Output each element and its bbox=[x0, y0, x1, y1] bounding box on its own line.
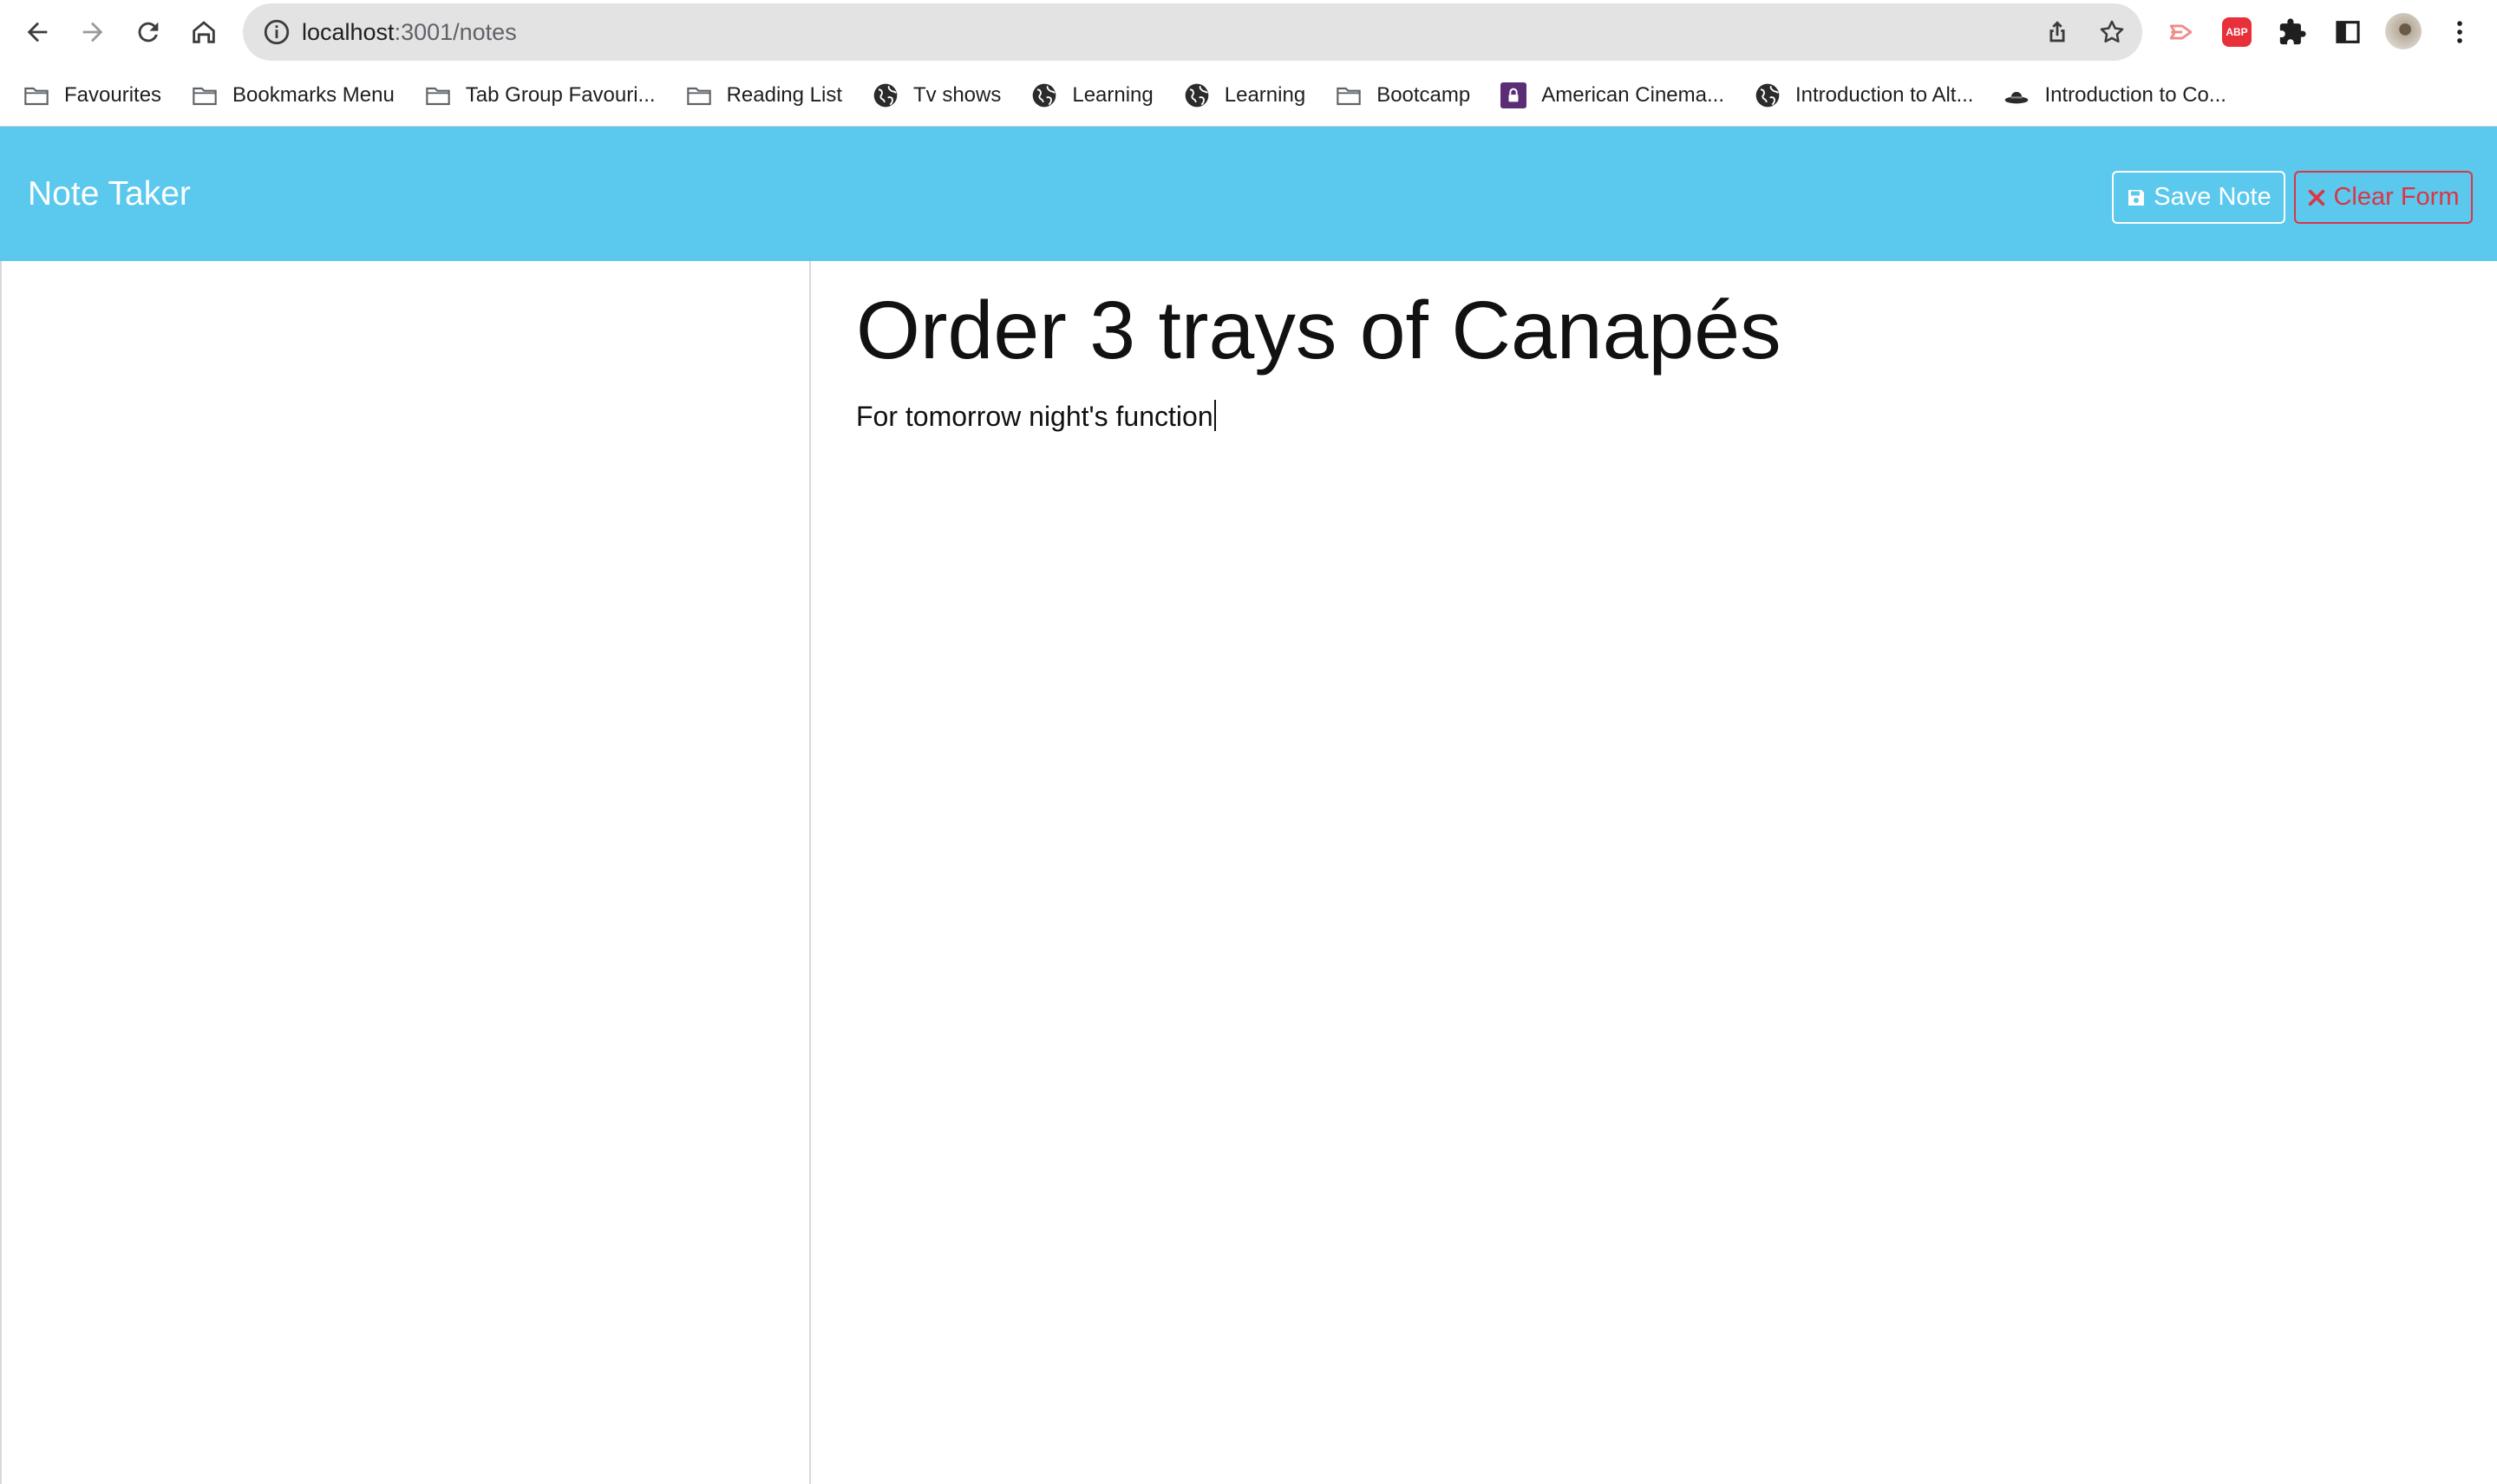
notes-list-panel bbox=[0, 261, 811, 1484]
folder-icon bbox=[1335, 82, 1363, 109]
bookmark-label: American Cinema... bbox=[1541, 82, 1724, 107]
clear-form-button[interactable]: Clear Form bbox=[2294, 171, 2473, 224]
bookmarks-bar: Favourites Bookmarks Menu Tab Group Favo… bbox=[0, 64, 2497, 127]
address-bar[interactable]: localhost:3001/notes bbox=[243, 3, 2142, 61]
bookmark-label: Tv shows bbox=[912, 82, 1002, 107]
puzzle-icon[interactable] bbox=[2276, 16, 2309, 49]
globe-icon bbox=[1183, 82, 1211, 109]
bookmark-label: Favourites bbox=[64, 82, 162, 107]
clear-form-label: Clear Form bbox=[2333, 183, 2460, 211]
app-navbar: Note Taker Save Note Clear Form bbox=[0, 127, 2497, 261]
info-icon[interactable] bbox=[262, 17, 291, 47]
profile-avatar[interactable] bbox=[2385, 13, 2422, 49]
app-brand[interactable]: Note Taker bbox=[28, 127, 191, 261]
hat-icon bbox=[2003, 82, 2030, 109]
more-icon[interactable] bbox=[2443, 16, 2476, 49]
close-icon bbox=[2309, 189, 2325, 206]
bookmark-favourites[interactable]: Favourites bbox=[23, 82, 161, 109]
home-icon[interactable] bbox=[186, 14, 222, 50]
back-icon[interactable] bbox=[19, 14, 56, 50]
bookmark-label: Reading List bbox=[726, 82, 842, 107]
bookmark-reading-list[interactable]: Reading List bbox=[685, 82, 842, 109]
lock-icon bbox=[1500, 82, 1527, 109]
bookmark-label: Tab Group Favouri... bbox=[465, 82, 656, 107]
bookmark-introduction-to-alt[interactable]: Introduction to Alt... bbox=[1754, 82, 1973, 109]
bookmark-bootcamp[interactable]: Bootcamp bbox=[1335, 82, 1470, 109]
media-cast-icon[interactable] bbox=[2166, 16, 2199, 49]
reload-icon[interactable] bbox=[130, 14, 167, 50]
bookmark-learning-2[interactable]: Learning bbox=[1183, 82, 1305, 109]
browser-toolbar: localhost:3001/notes ABP bbox=[0, 0, 2497, 64]
forward-icon[interactable] bbox=[75, 14, 111, 50]
adblock-icon[interactable]: ABP bbox=[2220, 16, 2253, 49]
folder-icon bbox=[424, 82, 452, 109]
bookmark-label: Bootcamp bbox=[1376, 82, 1471, 107]
star-icon[interactable] bbox=[2097, 17, 2127, 47]
note-title-input[interactable]: Order 3 trays of Canapés bbox=[856, 284, 1781, 378]
bookmark-tv-shows[interactable]: Tv shows bbox=[872, 82, 1001, 109]
folder-icon bbox=[685, 82, 713, 109]
bookmark-label: Introduction to Co... bbox=[2044, 82, 2226, 107]
globe-icon bbox=[1030, 82, 1058, 109]
text-caret bbox=[1213, 400, 1216, 431]
save-icon bbox=[2128, 189, 2145, 206]
globe-icon bbox=[872, 82, 899, 109]
folder-icon bbox=[23, 82, 50, 109]
bookmark-label: Learning bbox=[1224, 82, 1306, 107]
bookmark-bookmarks-menu[interactable]: Bookmarks Menu bbox=[191, 82, 395, 109]
bookmark-label: Introduction to Alt... bbox=[1795, 82, 1974, 107]
note-text-value: For tomorrow night's function bbox=[856, 401, 1213, 432]
bookmark-label: Learning bbox=[1072, 82, 1154, 107]
folder-icon bbox=[191, 82, 219, 109]
note-editor: Order 3 trays of Canapés For tomorrow ni… bbox=[811, 261, 2497, 1484]
url-text[interactable]: localhost:3001/notes bbox=[302, 3, 517, 61]
globe-icon bbox=[1754, 82, 1781, 109]
url-path: :3001/notes bbox=[394, 19, 517, 45]
save-note-label: Save Note bbox=[2154, 183, 2271, 211]
bookmark-label: Bookmarks Menu bbox=[232, 82, 395, 107]
adblock-label: ABP bbox=[2222, 17, 2252, 47]
save-note-button[interactable]: Save Note bbox=[2112, 171, 2285, 224]
bookmark-learning[interactable]: Learning bbox=[1030, 82, 1154, 109]
bookmark-tab-group-favourites[interactable]: Tab Group Favouri... bbox=[424, 82, 656, 109]
bookmark-american-cinema[interactable]: American Cinema... bbox=[1500, 82, 1724, 109]
url-host: localhost bbox=[302, 19, 395, 45]
bookmark-introduction-to-co[interactable]: Introduction to Co... bbox=[2003, 82, 2226, 109]
side-panel-icon[interactable] bbox=[2331, 16, 2364, 49]
share-icon[interactable] bbox=[2043, 17, 2072, 47]
note-textarea[interactable]: For tomorrow night's function bbox=[856, 400, 1216, 433]
